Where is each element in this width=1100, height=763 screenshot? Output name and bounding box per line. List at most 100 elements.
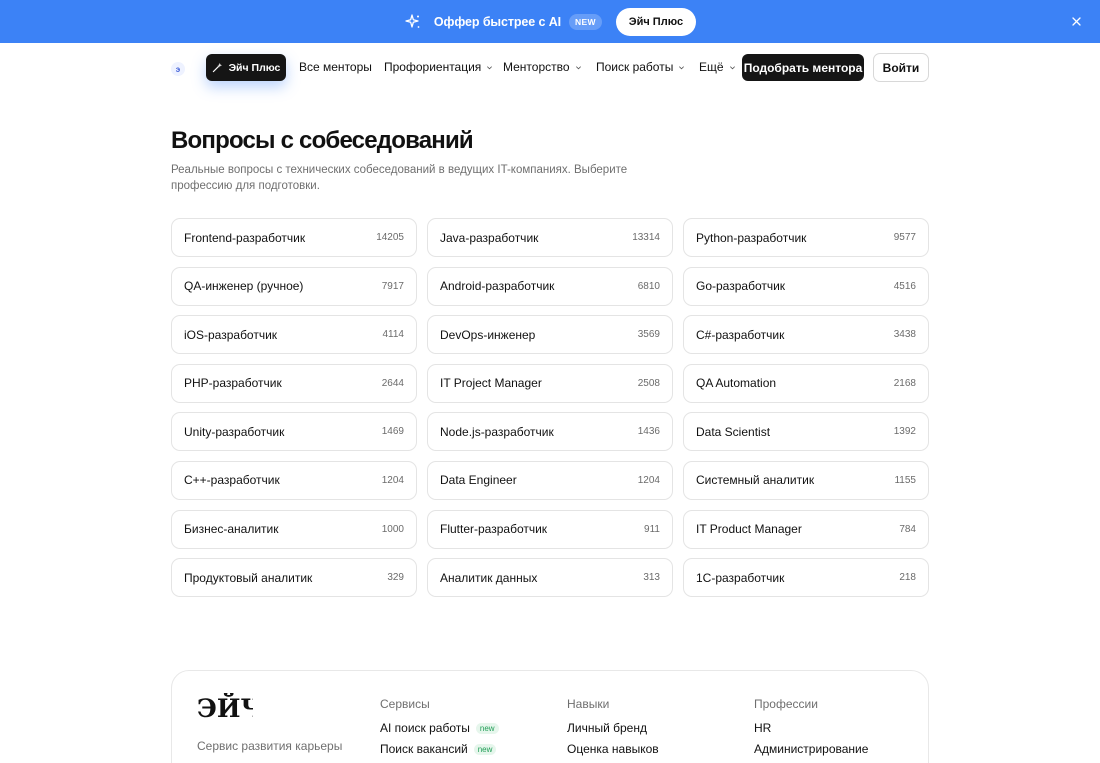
footer-col-title: Профессии <box>754 697 818 711</box>
footer-link[interactable]: Оценка навыков <box>567 742 659 756</box>
question-count: 1204 <box>637 474 660 486</box>
profession-card[interactable]: Python-разработчик 9577 <box>683 218 929 257</box>
profession-title: iOS-разработчик <box>184 327 278 342</box>
profession-title: Продуктовый аналитик <box>184 570 313 585</box>
question-count: 7917 <box>381 280 404 292</box>
promo-text: Оффер быстрее с AI <box>433 14 562 29</box>
profession-card[interactable]: IT Project Manager 2508 <box>427 363 673 403</box>
profession-card[interactable]: PHP-разработчик 2644 <box>171 363 417 403</box>
question-count: 784 <box>899 523 916 535</box>
new-badge: NEW <box>569 13 602 30</box>
profession-card[interactable]: QA-инженер (ручное) 7917 <box>171 266 417 306</box>
question-count: 6810 <box>637 280 660 292</box>
profession-card[interactable]: IT Product Manager 784 <box>683 509 929 549</box>
nav-plus-label: Эйч Плюс <box>228 61 281 74</box>
profession-title: Аналитик данных <box>440 570 538 585</box>
logo-letter: э <box>175 64 181 74</box>
profession-card[interactable]: Системный аналитик 1155 <box>683 460 929 500</box>
question-count: 1000 <box>381 523 404 535</box>
nav-plus-button[interactable]: Эйч Плюс <box>206 54 286 81</box>
profession-card[interactable]: QA Automation 2168 <box>683 363 929 403</box>
profession-title: C#-разработчик <box>696 327 785 342</box>
chevron-down-icon <box>679 65 685 69</box>
footer-link[interactable]: HR <box>754 721 868 735</box>
profession-title: Node.js-разработчик <box>440 424 554 439</box>
question-count: 329 <box>387 572 404 584</box>
profession-title: Data Scientist <box>696 424 771 439</box>
question-count: 13314 <box>632 232 660 243</box>
nav-career-guidance[interactable]: Профориентация <box>384 60 493 74</box>
login-button[interactable]: Войти <box>873 53 929 82</box>
profession-title: PHP-разработчик <box>184 376 282 391</box>
profession-card[interactable]: Unity-разработчик 1469 <box>171 412 417 452</box>
profession-card[interactable]: DevOps-инженер 3569 <box>427 315 673 355</box>
question-count: 14205 <box>376 232 404 243</box>
question-count: 3438 <box>893 329 916 341</box>
profession-title: Data Engineer <box>440 473 517 488</box>
profession-title: IT Product Manager <box>696 522 802 537</box>
profession-card[interactable]: 1С-разработчик 218 <box>683 558 929 598</box>
chevron-down-icon <box>575 65 581 69</box>
profession-card[interactable]: Аналитик данных 313 <box>427 558 673 598</box>
nav-link-label: Поиск работы <box>596 60 674 74</box>
profession-card[interactable]: Go-разработчик 4516 <box>683 266 929 306</box>
profession-card[interactable]: Data Scientist 1392 <box>683 412 929 452</box>
chevron-down-icon <box>729 65 735 69</box>
profession-title: IT Project Manager <box>440 376 542 391</box>
profession-card[interactable]: Frontend-разработчик 14205 <box>171 218 417 257</box>
new-badge: new <box>475 722 499 734</box>
profession-card[interactable]: C#-разработчик 3438 <box>683 315 929 355</box>
question-count: 2508 <box>637 377 660 389</box>
footer-link[interactable]: AI поиск работы new <box>380 721 499 735</box>
logo[interactable]: э <box>171 62 185 76</box>
footer-col-skills: Навыки Личный бренд Оценка навыков <box>567 697 659 763</box>
footer-col-professions: Профессии HR Администрирование <box>754 697 868 763</box>
profession-title: QA Automation <box>696 376 777 391</box>
nav-link-label: Все менторы <box>299 60 372 74</box>
footer-link-label: Администрирование <box>754 742 869 756</box>
footer-link[interactable]: Личный бренд <box>567 721 659 735</box>
new-badge: new <box>473 743 497 755</box>
promo-plus-button[interactable]: Эйч Плюс <box>615 7 697 36</box>
profession-card[interactable]: Android-разработчик 6810 <box>427 266 673 306</box>
footer-link[interactable]: Администрирование <box>754 742 868 756</box>
nav-link-label: Профориентация <box>384 60 482 74</box>
footer-logo[interactable]: ЭЙЧ <box>197 693 253 723</box>
question-count: 1204 <box>381 474 404 486</box>
profession-title: Системный аналитик <box>696 473 815 488</box>
question-count: 4114 <box>382 329 404 341</box>
profession-card[interactable]: Продуктовый аналитик 329 <box>171 558 417 598</box>
close-icon[interactable] <box>1068 13 1084 29</box>
profession-title: Flutter-разработчик <box>440 522 548 537</box>
profession-grid: Frontend-разработчик 14205 Java-разработчи… <box>171 218 929 598</box>
profession-card[interactable]: Data Engineer 1204 <box>427 460 673 500</box>
page-subtitle: Реальные вопросы с технических собеседов… <box>171 164 628 192</box>
profession-card[interactable]: iOS-разработчик 4114 <box>171 315 417 355</box>
sparkle-icon <box>404 13 422 31</box>
profession-card[interactable]: Flutter-разработчик 911 <box>427 509 673 549</box>
promo-content: Оффер быстрее с AI NEW Эйч Плюс <box>404 7 697 36</box>
question-count: 911 <box>644 523 660 535</box>
profession-title: DevOps-инженер <box>440 327 536 342</box>
question-count: 9577 <box>893 232 916 243</box>
nav-all-mentors[interactable]: Все менторы <box>299 60 372 74</box>
find-mentor-button[interactable]: Подобрать ментора <box>742 54 864 81</box>
profession-card[interactable]: Node.js-разработчик 1436 <box>427 412 673 452</box>
footer-link-label: AI поиск работы <box>380 721 470 735</box>
magic-wand-icon <box>212 62 222 73</box>
profession-title: Бизнес-аналитик <box>184 522 279 537</box>
question-count: 3569 <box>637 329 660 341</box>
promo-banner: Оффер быстрее с AI NEW Эйч Плюс <box>0 0 1100 43</box>
profession-card[interactable]: Java-разработчик 13314 <box>427 218 673 257</box>
nav-mentorship[interactable]: Менторство <box>503 60 582 74</box>
profession-card[interactable]: Бизнес-аналитик 1000 <box>171 509 417 549</box>
question-count: 1469 <box>381 426 404 438</box>
nav-job-search[interactable]: Поиск работы <box>596 60 685 74</box>
footer-tagline: Сервис развития карьеры <box>197 739 343 753</box>
nav-more[interactable]: Ещё <box>699 60 736 74</box>
chevron-down-icon <box>487 65 493 69</box>
footer: ЭЙЧ Сервис развития карьеры Сервисы AI п… <box>171 670 929 763</box>
page-title: Вопросы с собеседований <box>171 127 474 154</box>
profession-card[interactable]: C++-разработчик 1204 <box>171 460 417 500</box>
footer-link[interactable]: Поиск вакансий new <box>380 742 499 756</box>
